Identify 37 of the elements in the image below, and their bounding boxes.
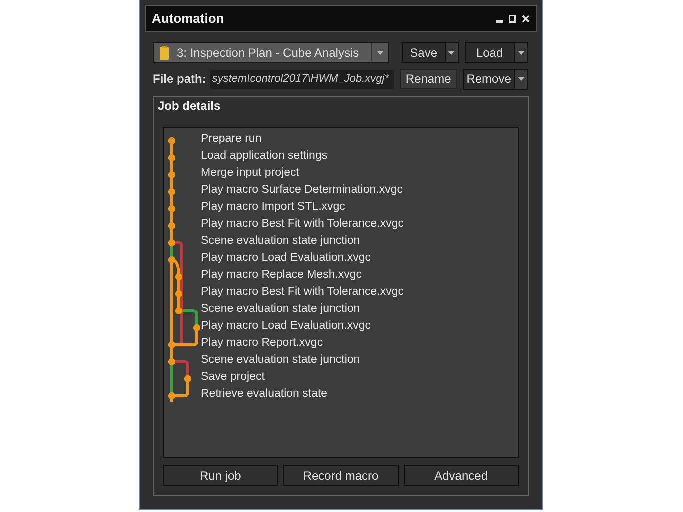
caret-icon [518, 77, 524, 81]
run-job-button[interactable]: Run job [163, 465, 278, 486]
maximize-button[interactable] [509, 14, 516, 22]
job-step[interactable]: Scene evaluation state junction [164, 300, 518, 318]
job-step[interactable]: Save project [164, 368, 518, 386]
job-step[interactable]: Prepare run [164, 130, 518, 148]
job-step[interactable]: Play macro Best Fit with Tolerance.xvgc [164, 216, 518, 233]
job-step[interactable]: Play macro Replace Mesh.xvgc [164, 266, 518, 284]
panel-title: Job details [158, 99, 221, 115]
job-dropdown[interactable]: 3: Inspection Plan - Cube Analysis [153, 42, 390, 63]
advanced-button[interactable]: Advanced [404, 465, 519, 486]
close-button[interactable] [522, 14, 530, 22]
clipboard-icon [160, 46, 169, 60]
caret-icon [518, 50, 524, 54]
job-step[interactable]: Play macro Load Evaluation.xvgc [164, 318, 518, 335]
remove-button[interactable]: Remove [463, 68, 528, 90]
close-icon [522, 14, 530, 22]
job-step[interactable]: Play macro Import STL.xvgc [164, 198, 518, 216]
window-title: Automation [152, 11, 226, 26]
job-step[interactable]: Scene evaluation state junction [164, 352, 518, 369]
caret-icon [376, 50, 384, 54]
job-step[interactable]: Merge input project [164, 164, 518, 182]
job-step[interactable]: Play macro Best Fit with Tolerance.xvgc [164, 284, 518, 301]
job-step[interactable]: Play macro Load Evaluation.xvgc [164, 250, 518, 267]
record-macro-button[interactable]: Record macro [283, 465, 399, 486]
job-step[interactable]: Retrieve evaluation state [164, 386, 518, 403]
caret-icon [448, 50, 456, 54]
job-step[interactable]: Scene evaluation state junction [164, 232, 518, 250]
job-step[interactable]: Play macro Surface Determination.xvgc [164, 182, 518, 199]
load-button[interactable]: Load [464, 42, 528, 63]
job-step[interactable]: Load application settings [164, 148, 518, 165]
rename-button[interactable]: Rename [400, 69, 458, 89]
save-button[interactable]: Save [402, 42, 459, 63]
job-step[interactable]: Play macro Report.xvgc [164, 334, 518, 352]
maximize-icon [509, 14, 516, 22]
file-path-label: File path: [153, 72, 206, 86]
file-path-field[interactable]: system\control2017\HWM_Job.xvgj* [210, 70, 394, 88]
